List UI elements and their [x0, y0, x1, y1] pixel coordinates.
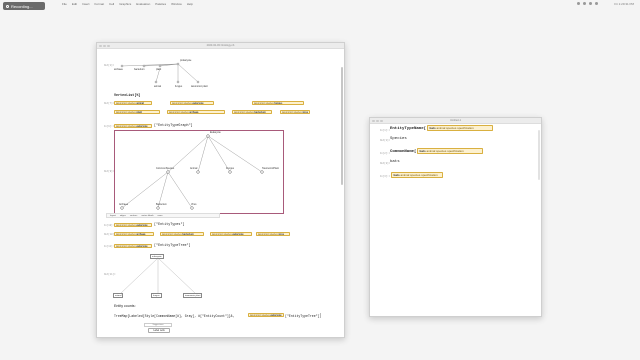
- menu-insert[interactable]: Insert: [82, 2, 90, 6]
- close-window-icon[interactable]: [372, 119, 375, 122]
- side-output: bats: [390, 160, 400, 164]
- tree-node: archaea: [114, 68, 123, 71]
- cell-label: In[1]:=: [380, 129, 391, 132]
- main-scrollbar[interactable]: [341, 67, 343, 185]
- tree-node: animal: [154, 85, 162, 88]
- menu-file[interactable]: File: [62, 2, 67, 6]
- entity-chip[interactable]: taxonomic species animal: [114, 101, 152, 105]
- entity-chip[interactable]: bats animal species specification: [417, 148, 483, 154]
- entity-chip[interactable]: taxonomic species plant: [114, 110, 160, 114]
- cell-label: In[9]:=: [104, 125, 115, 128]
- tree-box: fungus: [151, 293, 162, 298]
- entity-chip[interactable]: taxonomic species eukaryote: [210, 232, 252, 236]
- graph-node: Virus: [191, 203, 197, 206]
- cell-label: Out[9]=: [104, 170, 115, 173]
- entity-chip[interactable]: taxonomic species eukaryote: [114, 124, 152, 128]
- close-window-icon[interactable]: [99, 44, 102, 47]
- cell-label: Out[2]=: [380, 162, 391, 165]
- menu-help[interactable]: Help: [187, 2, 193, 6]
- toolbar-vertex-labels[interactable]: vertex labels: [141, 215, 153, 217]
- entity-chip[interactable]: bats animal species specification: [391, 172, 443, 178]
- search-icon[interactable]: [589, 2, 592, 5]
- treemap-code[interactable]: TreeMap[Labeled[Style[CommonName[#], Gra…: [114, 314, 235, 318]
- entity-type-graph: [120, 134, 264, 210]
- menu-clock[interactable]: Fri 1:29:31 PM: [614, 2, 634, 6]
- control-center-icon[interactable]: [595, 2, 598, 5]
- entity-chip[interactable]: taxonomic species fungus: [252, 101, 304, 105]
- entity-chip[interactable]: taxonomic species eukaryote: [114, 223, 152, 227]
- entity-chip[interactable]: taxonomic species virus: [256, 232, 290, 236]
- window-title: 2023-02-03 Ontology.nb: [206, 44, 235, 47]
- entity-chip[interactable]: bats animal species specification: [427, 125, 493, 131]
- minimize-window-icon[interactable]: [103, 44, 106, 47]
- tree-node: taxonomic plant: [191, 85, 208, 88]
- cell-label: In[2]:=: [380, 152, 391, 155]
- tree-node: bacterium: [134, 68, 145, 71]
- menu-graphics[interactable]: Graphics: [119, 2, 131, 6]
- toolbar-more[interactable]: more: [158, 215, 163, 217]
- notebook-window-side: Untitled-1: [369, 117, 542, 317]
- window-controls: [372, 119, 383, 122]
- tree-node-root: prokaryote: [180, 59, 192, 62]
- suggestion-button[interactable]: Label cells: [148, 328, 170, 333]
- tree-node: plant: [156, 68, 162, 71]
- text-cursor: [320, 313, 321, 318]
- menu-cell[interactable]: Cell: [109, 2, 114, 6]
- graph-node: TaxonomicPlant: [262, 167, 279, 170]
- window-title: Untitled-1: [449, 119, 462, 122]
- tree-box: animal: [113, 293, 124, 298]
- entity-chip[interactable]: taxonomic species archaea: [167, 110, 225, 114]
- entity-chip[interactable]: taxonomic species eukaryote: [114, 244, 152, 248]
- tree-node: fungus: [175, 85, 183, 88]
- window-controls: [99, 44, 110, 47]
- entity-chip[interactable]: taxonomic species eukaryote: [170, 101, 214, 105]
- graph-node: Fungus: [226, 167, 234, 170]
- entity-counts-text: Entity counts:: [114, 304, 136, 308]
- tree-box-root: eukaryote: [150, 254, 164, 259]
- battery-icon[interactable]: [583, 2, 586, 5]
- entitytypes-code[interactable]: ["EntityTypes"]: [154, 223, 185, 227]
- toolbar-vertices[interactable]: vertices: [130, 215, 138, 217]
- status-tray: [577, 2, 598, 5]
- graph-node-root: Eukaryote: [210, 131, 221, 134]
- side-output: Species: [390, 137, 407, 141]
- menu-format[interactable]: Format: [95, 2, 105, 6]
- menu-evaluation[interactable]: Evaluation: [136, 2, 150, 6]
- graph-toolbar: layout edges vertices vertex labels more: [106, 213, 220, 218]
- side-scrollbar[interactable]: [538, 130, 540, 180]
- entity-chip[interactable]: taxonomic species bacterium: [232, 110, 272, 114]
- window-titlebar[interactable]: 2023-02-03 Ontology.nb: [97, 43, 344, 49]
- cell-label: Out[7]=: [104, 102, 115, 105]
- toolbar-edges[interactable]: edges: [120, 215, 126, 217]
- menu-bar: File Edit Insert Format Cell Graphics Ev…: [0, 0, 640, 8]
- entity-chip[interactable]: taxonomic species archaea: [114, 232, 154, 236]
- small-tree-graph: [119, 257, 197, 295]
- minimize-window-icon[interactable]: [376, 119, 379, 122]
- vertexlist-input[interactable]: VertexList[%]: [114, 94, 140, 98]
- treemap-code-tail[interactable]: ["EntityTypeTree"]]: [285, 314, 321, 318]
- entity-chip[interactable]: taxonomic species bacterium: [160, 232, 204, 236]
- suggestions-popup[interactable]: Suggestions: [144, 323, 172, 327]
- entity-chip[interactable]: taxonomic species virus: [280, 110, 310, 114]
- eukaryote-code[interactable]: ["EntityTypeGraph"]: [154, 124, 193, 128]
- graph-node: CommonSpecies: [156, 167, 175, 170]
- graph-node: Archaea: [119, 203, 128, 206]
- toolbar-layout[interactable]: layout: [110, 215, 116, 217]
- menu-palettes[interactable]: Palettes: [155, 2, 166, 6]
- entity-chip[interactable]: taxonomic species eukaryote: [248, 313, 284, 317]
- tree-box: taxonomic plant: [183, 293, 203, 298]
- wifi-icon[interactable]: [577, 2, 580, 5]
- entitytypetree-code[interactable]: ["EntityTypeTree"]: [154, 244, 191, 248]
- window-titlebar[interactable]: Untitled-1: [370, 118, 541, 124]
- side-code[interactable]: CommonName[: [390, 150, 416, 154]
- graph-node: Bacterium: [156, 203, 167, 206]
- menu-window[interactable]: Window: [171, 2, 182, 6]
- zoom-window-icon[interactable]: [380, 119, 383, 122]
- menu-edit[interactable]: Edit: [72, 2, 77, 6]
- side-code[interactable]: EntityTypeName[: [390, 127, 426, 131]
- zoom-window-icon[interactable]: [107, 44, 110, 47]
- cell-label: In[3]:=: [380, 175, 391, 178]
- graph-node: Animal: [190, 167, 198, 170]
- cell-label: Out[1]=: [380, 139, 391, 142]
